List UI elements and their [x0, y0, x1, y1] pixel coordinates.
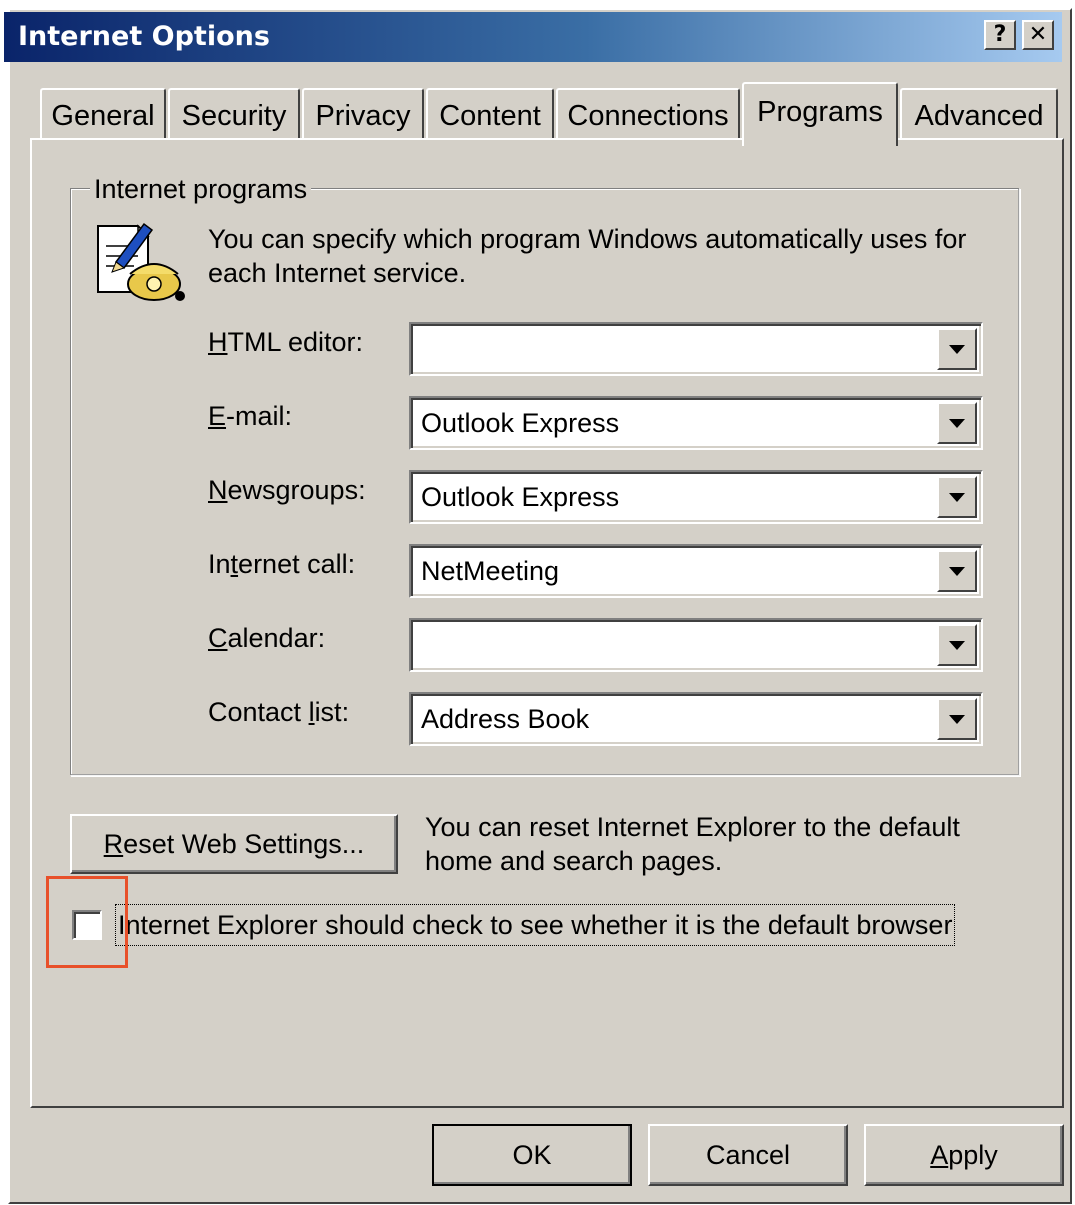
cancel-button[interactable]: Cancel [648, 1124, 848, 1186]
contact-list-label: Contact list: [208, 697, 350, 727]
html-editor-label: HTML editor: [208, 327, 364, 357]
chevron-down-icon[interactable] [937, 624, 977, 666]
tab-advanced[interactable]: Advanced [900, 88, 1058, 140]
calendar-select[interactable] [409, 618, 983, 672]
internet-call-select[interactable]: NetMeeting [409, 544, 983, 598]
chevron-down-icon[interactable] [937, 550, 977, 592]
newsgroups-value: Outlook Express [421, 482, 620, 512]
reset-description: You can reset Internet Explorer to the d… [425, 812, 960, 876]
email-value: Outlook Express [421, 408, 620, 438]
group-title: Internet programs [90, 172, 312, 206]
tab-programs[interactable]: Programs [742, 82, 898, 146]
tab-privacy[interactable]: Privacy [302, 88, 424, 140]
tab-general[interactable]: General [40, 88, 166, 140]
window-title: Internet Options [18, 21, 270, 52]
newsgroups-select[interactable]: Outlook Express [409, 470, 983, 524]
chevron-down-icon[interactable] [937, 476, 977, 518]
internet-call-value: NetMeeting [421, 556, 560, 586]
html-editor-select[interactable] [409, 322, 983, 376]
programs-description: You can specify which program Windows au… [208, 224, 967, 288]
highlight-box [46, 876, 128, 968]
chevron-down-icon[interactable] [937, 328, 977, 370]
tab-content[interactable]: Content [426, 88, 554, 140]
title-bar: Internet Options ? ✕ [4, 12, 1062, 62]
email-label: E-mail: [208, 401, 293, 431]
chevron-down-icon[interactable] [937, 402, 977, 444]
chevron-down-icon[interactable] [937, 698, 977, 740]
default-browser-label[interactable]: Internet Explorer should check to see wh… [114, 904, 956, 946]
tab-security[interactable]: Security [168, 88, 300, 140]
close-button[interactable]: ✕ [1022, 20, 1054, 50]
reset-web-settings-button[interactable]: Reset Web Settings... [70, 814, 398, 874]
apply-button[interactable]: Apply [864, 1124, 1064, 1186]
calendar-label: Calendar: [208, 623, 326, 653]
help-button[interactable]: ? [984, 20, 1016, 50]
contact-list-value: Address Book [421, 704, 590, 734]
contact-list-select[interactable]: Address Book [409, 692, 983, 746]
newsgroups-label: Newsgroups: [208, 475, 366, 505]
email-select[interactable]: Outlook Express [409, 396, 983, 450]
tab-connections[interactable]: Connections [556, 88, 740, 140]
ok-button[interactable]: OK [432, 1124, 632, 1186]
internet-call-label: Internet call: [208, 549, 356, 579]
programs-icon [94, 218, 186, 308]
